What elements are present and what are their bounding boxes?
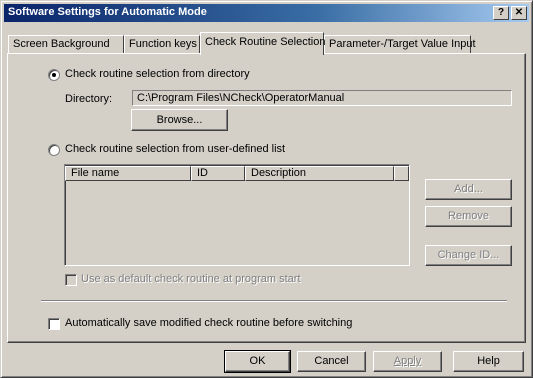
tab-label: Screen Background — [13, 38, 110, 50]
tab-label: Check Routine Selection — [205, 36, 326, 48]
help-button[interactable]: Help — [453, 351, 524, 372]
cancel-button[interactable]: Cancel — [297, 351, 366, 372]
tab-function-keys[interactable]: Function keys — [124, 35, 200, 53]
help-button-label: Help — [477, 355, 500, 367]
ok-button-label: OK — [249, 355, 266, 367]
tab-label: Parameter-/Target Value Input — [329, 38, 476, 50]
tab-parameter-target-value-input[interactable]: Parameter-/Target Value Input — [324, 35, 476, 53]
close-icon[interactable]: ✕ — [511, 6, 527, 20]
apply-button[interactable]: Apply — [373, 351, 442, 372]
cancel-button-label: Cancel — [314, 355, 349, 367]
title-bar[interactable]: Software Settings for Automatic Mode ? ✕ — [4, 4, 529, 22]
tab-label: Function keys — [129, 38, 197, 50]
help-icon[interactable]: ? — [493, 6, 509, 20]
settings-dialog: Software Settings for Automatic Mode ? ✕… — [0, 0, 533, 378]
tab-panel — [7, 53, 526, 343]
tab-screen-background[interactable]: Screen Background — [8, 35, 124, 53]
tab-check-routine-selection[interactable]: Check Routine Selection — [200, 32, 326, 55]
ok-button[interactable]: OK — [224, 350, 291, 373]
apply-button-label: Apply — [393, 355, 422, 367]
window-title: Software Settings for Automatic Mode — [8, 6, 207, 18]
